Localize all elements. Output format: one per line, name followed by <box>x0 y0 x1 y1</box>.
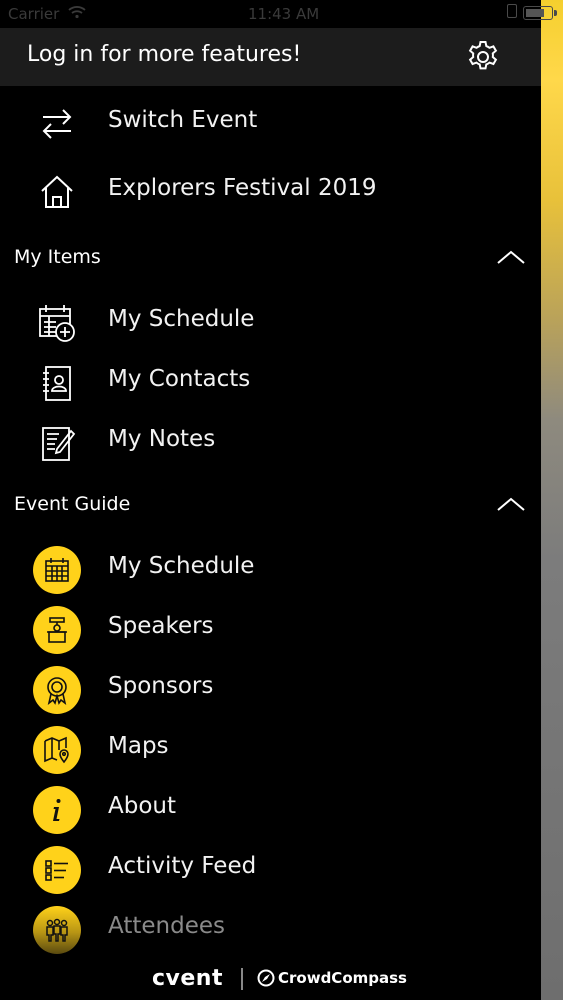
chevron-up-icon[interactable] <box>496 495 526 513</box>
info-icon <box>33 786 81 834</box>
section-title: Event Guide <box>14 493 131 515</box>
item-label: Attendees <box>108 913 225 939</box>
crowdcompass-logo: CrowdCompass <box>278 969 407 987</box>
event-name-label: Explorers Festival 2019 <box>108 175 377 201</box>
switch-event-item[interactable]: Switch Event <box>0 92 541 152</box>
item-label: My Schedule <box>108 306 255 332</box>
contact-book-icon <box>33 359 81 407</box>
orientation-lock-icon <box>507 4 517 18</box>
switch-event-label: Switch Event <box>108 107 258 133</box>
item-label: Speakers <box>108 613 214 639</box>
branding-footer: cvent CrowdCompass <box>0 960 541 1000</box>
event-guide-maps[interactable]: Maps <box>0 718 541 778</box>
my-items-notes[interactable]: My Notes <box>0 411 541 471</box>
note-edit-icon <box>33 419 81 467</box>
item-label: My Notes <box>108 426 216 452</box>
section-title: My Items <box>14 246 101 268</box>
navigation-drawer: Log in for more features! Switch Event E… <box>0 0 541 1000</box>
event-guide-schedule[interactable]: My Schedule <box>0 538 541 598</box>
item-label: About <box>108 793 177 819</box>
gear-icon[interactable] <box>465 39 501 75</box>
brand-divider <box>241 968 243 990</box>
status-bar: Carrier 11:43 AM <box>0 0 563 28</box>
carrier-label: Carrier <box>8 5 60 23</box>
login-prompt[interactable]: Log in for more features! <box>27 42 301 67</box>
item-label: Activity Feed <box>108 853 257 879</box>
event-guide-about[interactable]: About <box>0 778 541 838</box>
clock-time: 11:43 AM <box>248 5 320 23</box>
home-icon <box>33 168 81 216</box>
list-feed-icon <box>33 846 81 894</box>
event-guide-attendees[interactable]: Attendees <box>0 898 541 958</box>
event-guide-sponsors[interactable]: Sponsors <box>0 658 541 718</box>
item-label: Maps <box>108 733 169 759</box>
item-label: My Schedule <box>108 553 255 579</box>
calendar-grid-icon <box>33 546 81 594</box>
item-label: My Contacts <box>108 366 251 392</box>
cvent-logo: cvent <box>152 966 223 991</box>
calendar-add-icon <box>33 299 81 347</box>
award-ribbon-icon <box>33 666 81 714</box>
chevron-up-icon[interactable] <box>496 248 526 266</box>
login-header: Log in for more features! <box>0 28 541 86</box>
wifi-icon <box>68 5 86 23</box>
my-items-section-header[interactable]: My Items <box>0 238 541 278</box>
battery-icon <box>523 6 557 20</box>
podium-icon <box>33 606 81 654</box>
item-label: Sponsors <box>108 673 214 699</box>
event-guide-speakers[interactable]: Speakers <box>0 598 541 658</box>
background-app-peek[interactable] <box>541 0 563 1000</box>
crowdcompass-logo-icon <box>257 969 275 987</box>
my-items-schedule[interactable]: My Schedule <box>0 291 541 351</box>
switch-arrows-icon <box>33 100 81 148</box>
event-guide-activity-feed[interactable]: Activity Feed <box>0 838 541 898</box>
map-pin-icon <box>33 726 81 774</box>
people-group-icon <box>33 906 81 954</box>
event-guide-section-header[interactable]: Event Guide <box>0 485 541 525</box>
my-items-contacts[interactable]: My Contacts <box>0 351 541 411</box>
event-home-item[interactable]: Explorers Festival 2019 <box>0 160 541 220</box>
